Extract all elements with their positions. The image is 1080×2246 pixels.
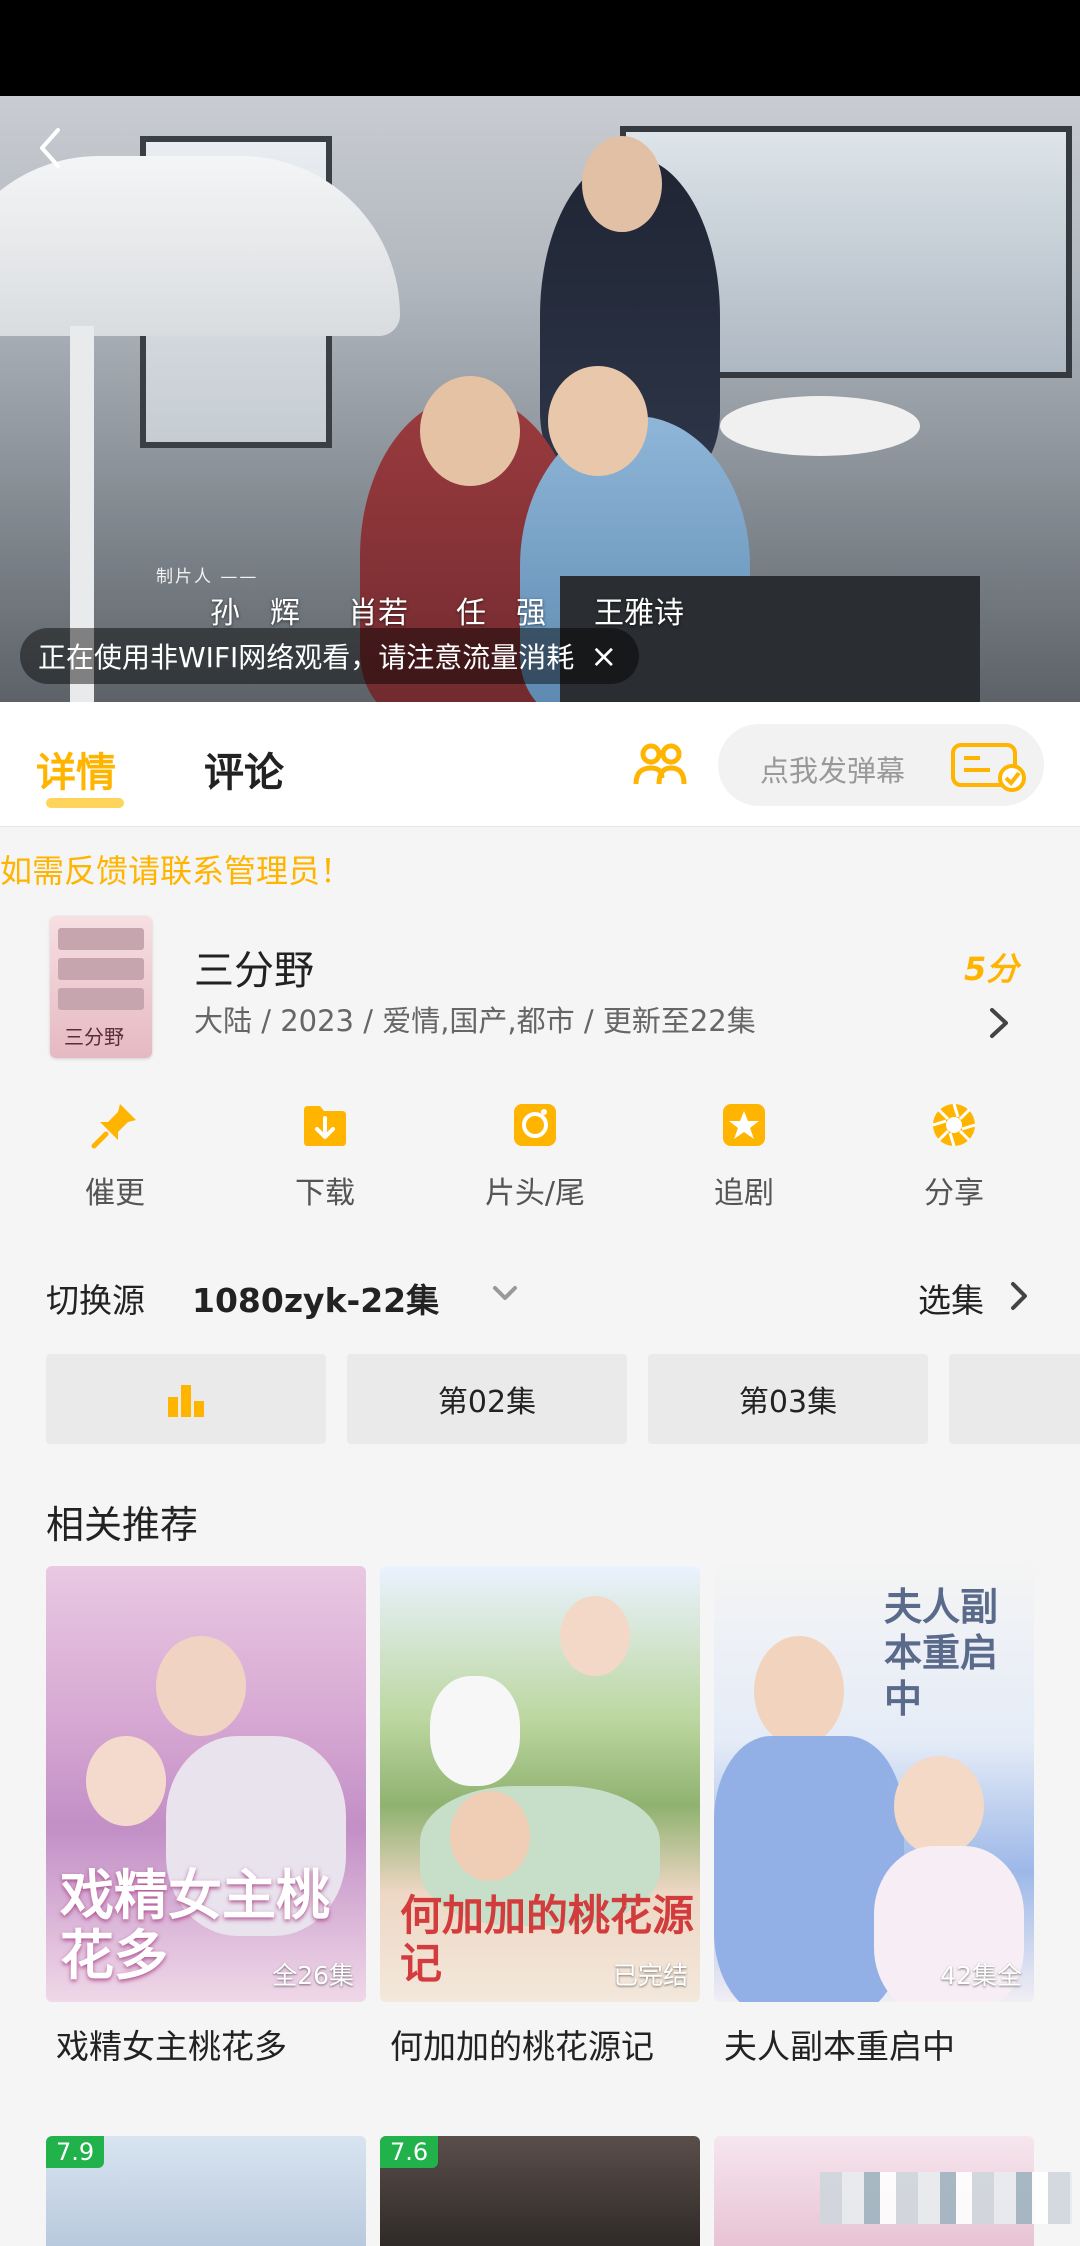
scene-head bbox=[548, 366, 648, 476]
status-bar bbox=[0, 0, 1080, 96]
scene-head bbox=[582, 136, 662, 232]
chevron-right-icon[interactable] bbox=[1008, 1280, 1030, 1312]
pin-icon bbox=[91, 1104, 136, 1149]
active-tab-indicator bbox=[46, 798, 124, 808]
detail-tabs-bar: 详情 评论 点我发弹幕 bbox=[0, 702, 1080, 827]
action-label: 片头/尾 bbox=[484, 1176, 586, 1211]
action-label: 催更 bbox=[85, 1176, 145, 1211]
credit-names: 孙 辉 肖若 任 强 王雅诗 bbox=[210, 588, 684, 632]
episode-list: 第02集 第03集 bbox=[46, 1354, 1080, 1444]
episode-item[interactable] bbox=[949, 1354, 1080, 1444]
poster-goose bbox=[430, 1676, 520, 1786]
action-label: 下载 bbox=[295, 1176, 355, 1211]
episode-count-badge: 全26集 bbox=[272, 1961, 354, 1990]
scene-table bbox=[720, 396, 920, 456]
credit-name: 孙 辉 bbox=[210, 596, 300, 631]
action-label: 追剧 bbox=[714, 1176, 774, 1211]
source-select[interactable]: 1080zyk-22集 bbox=[192, 1274, 439, 1322]
poster-face bbox=[156, 1636, 246, 1736]
back-button[interactable] bbox=[28, 126, 72, 170]
poster-panel bbox=[58, 988, 144, 1010]
credit-name: 任 强 bbox=[456, 596, 546, 631]
episode-item[interactable]: 第02集 bbox=[347, 1354, 627, 1444]
wifi-warning-toast: 正在使用非WIFI网络观看，请注意流量消耗 × bbox=[20, 628, 640, 684]
recommend-card[interactable]: 夫人副本重启中 42集全 夫人副本重启中 bbox=[714, 1566, 1034, 2066]
show-score: 5分 bbox=[964, 950, 1019, 988]
action-label: 分享 bbox=[924, 1176, 984, 1211]
chevron-right-icon[interactable] bbox=[984, 1006, 1014, 1040]
recommend-poster: 戏精女主桃花多 全26集 bbox=[46, 1566, 366, 2002]
episode-item-current[interactable] bbox=[46, 1354, 326, 1444]
scene-lamp bbox=[0, 156, 400, 336]
show-poster[interactable]: 三分野 bbox=[50, 916, 152, 1058]
share-button[interactable]: 分享 bbox=[879, 1100, 1029, 1212]
credit-name: 肖若 bbox=[348, 596, 408, 631]
poster-panel bbox=[58, 958, 144, 980]
urge-update-button[interactable]: 催更 bbox=[40, 1100, 190, 1212]
poster-title: 三分野 bbox=[64, 1025, 124, 1049]
show-title: 三分野 bbox=[194, 948, 314, 994]
episode-item[interactable]: 第03集 bbox=[648, 1354, 928, 1444]
credit-label: 制片人 —— bbox=[156, 567, 259, 587]
chevron-left-icon bbox=[40, 128, 60, 168]
wifi-warning-text: 正在使用非WIFI网络观看，请注意流量消耗 bbox=[38, 641, 575, 674]
admin-notice-marquee: 如需反馈请联系管理员！ bbox=[0, 852, 353, 890]
rating-badge: 7.9 bbox=[46, 2136, 105, 2168]
recommend-poster: 何加加的桃花源记 已完结 bbox=[380, 1566, 700, 2002]
close-toast-button[interactable]: × bbox=[590, 640, 617, 672]
recommend-title: 夫人副本重启中 bbox=[724, 2027, 955, 2066]
recommend-title: 戏精女主桃花多 bbox=[56, 2027, 287, 2066]
poster-face bbox=[560, 1596, 630, 1676]
skip-intro-button[interactable]: 片头/尾 bbox=[460, 1100, 610, 1212]
share-aperture-icon bbox=[932, 1103, 976, 1147]
danmu-input[interactable]: 点我发弹幕 bbox=[718, 724, 1044, 806]
recommend-card[interactable]: 何加加的桃花源记 已完结 何加加的桃花源记 bbox=[380, 1566, 700, 2066]
poster-face bbox=[450, 1791, 530, 1881]
recommend-card[interactable]: 7.6 bbox=[380, 2136, 700, 2246]
tab-detail[interactable]: 详情 bbox=[36, 740, 116, 798]
poster-art-title: 夫人副本重启中 bbox=[884, 1585, 999, 1721]
star-icon bbox=[723, 1104, 765, 1146]
danmu-placeholder: 点我发弹幕 bbox=[760, 754, 906, 788]
credit-name: 王雅诗 bbox=[594, 596, 684, 631]
download-button[interactable]: 下载 bbox=[250, 1100, 400, 1212]
recommend-section-title: 相关推荐 bbox=[46, 1503, 199, 1547]
episode-count-badge: 42集全 bbox=[940, 1961, 1022, 1990]
tab-comment[interactable]: 评论 bbox=[204, 740, 284, 798]
follow-show-button[interactable]: 追剧 bbox=[669, 1100, 819, 1212]
chevron-down-icon[interactable] bbox=[490, 1282, 520, 1306]
recommend-poster: 夫人副本重启中 42集全 bbox=[714, 1566, 1034, 2002]
poster-face bbox=[86, 1736, 166, 1826]
poster-face bbox=[894, 1756, 984, 1856]
recommend-title: 何加加的桃花源记 bbox=[390, 2027, 654, 2066]
recommend-card[interactable]: 7.9 bbox=[46, 2136, 366, 2246]
download-folder-icon bbox=[304, 1106, 346, 1146]
video-player[interactable]: 制片人 —— 孙 辉 肖若 任 强 王雅诗 正在使用非WIFI网络观看，请注意流… bbox=[0, 96, 1080, 702]
danmu-settings-icon[interactable] bbox=[950, 742, 1030, 792]
poster-face bbox=[754, 1636, 844, 1746]
show-meta[interactable]: 大陆 / 2023 / 爱情,国产,都市 / 更新至22集 bbox=[194, 998, 756, 1040]
skip-intro-icon bbox=[514, 1104, 556, 1146]
rating-badge: 7.6 bbox=[380, 2136, 439, 2168]
select-episode-button[interactable]: 选集 bbox=[918, 1274, 984, 1322]
scene-head bbox=[420, 376, 520, 486]
recommend-card[interactable]: 戏精女主桃花多 全26集 戏精女主桃花多 bbox=[46, 1566, 366, 2066]
people-icon[interactable] bbox=[632, 742, 688, 786]
poster-panel bbox=[58, 928, 144, 950]
playing-bars-icon bbox=[168, 1385, 204, 1417]
source-row: 切换源 1080zyk-22集 选集 bbox=[0, 1270, 1080, 1320]
action-bar: 催更 下载 片头/尾 追剧 分享 bbox=[0, 1100, 1080, 1230]
source-label: 切换源 bbox=[46, 1281, 145, 1320]
status-badge: 已完结 bbox=[612, 1961, 688, 1990]
floating-overlay bbox=[820, 2172, 1072, 2224]
